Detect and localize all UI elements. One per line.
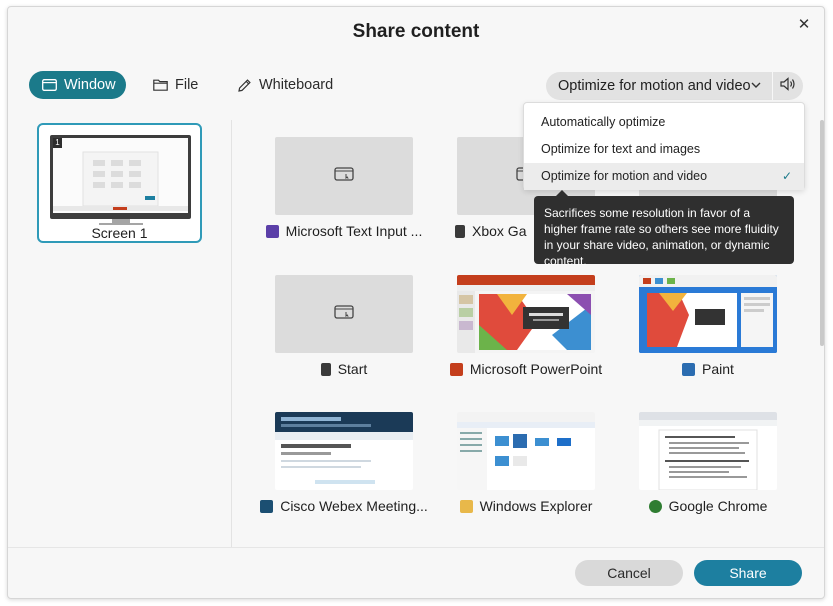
- share-button[interactable]: Share: [694, 560, 802, 586]
- optimize-select[interactable]: Optimize for motion and video: [546, 72, 772, 100]
- chevron-down-icon: [750, 78, 762, 96]
- app-window-icon: [334, 166, 354, 187]
- window-title: Google Chrome: [668, 498, 768, 514]
- menu-item-text-images[interactable]: Optimize for text and images: [524, 136, 804, 163]
- paint-app-icon: [682, 362, 696, 376]
- text-input-app-icon: [265, 224, 279, 238]
- window-thumbnail: [457, 412, 595, 490]
- window-thumbnail: [639, 412, 777, 490]
- footer-divider: [8, 547, 824, 548]
- explorer-app-icon: [459, 499, 473, 513]
- window-label: Microsoft Text Input ...: [259, 223, 429, 239]
- tab-whiteboard[interactable]: Whiteboard: [237, 71, 333, 99]
- window-label: Windows Explorer: [441, 498, 611, 514]
- tab-file[interactable]: File: [153, 71, 198, 99]
- screen-tile-1[interactable]: 1 Screen 1: [37, 123, 202, 243]
- share-content-dialog: Share content ✕ Window File Whiteboard O…: [7, 6, 825, 599]
- menu-item-label: Optimize for motion and video: [541, 169, 708, 183]
- window-tile-webex[interactable]: Cisco Webex Meeting...: [259, 412, 429, 542]
- window-label: Start: [259, 361, 429, 377]
- window-title: Windows Explorer: [479, 498, 593, 514]
- window-icon: [42, 79, 57, 91]
- window-label: Paint: [623, 361, 793, 377]
- window-thumbnail: [275, 412, 413, 490]
- cancel-button[interactable]: Cancel: [575, 560, 683, 586]
- audio-button[interactable]: [773, 72, 803, 100]
- checkmark-icon: ✓: [781, 169, 792, 183]
- tab-window[interactable]: Window: [29, 71, 126, 99]
- window-title: Microsoft PowerPoint: [469, 361, 603, 377]
- scrollbar[interactable]: [820, 120, 824, 346]
- window-label: Google Chrome: [623, 498, 793, 514]
- window-tile-text-input[interactable]: Microsoft Text Input ...: [259, 137, 429, 267]
- screen-thumbnail: 1: [50, 135, 191, 219]
- window-title: Cisco Webex Meeting...: [280, 498, 428, 514]
- optimize-selected-value: Optimize for motion and video: [558, 78, 751, 94]
- window-tile-paint[interactable]: Paint: [623, 275, 793, 405]
- window-title: Start: [337, 361, 368, 377]
- window-thumbnail: [275, 137, 413, 215]
- pencil-icon: [237, 78, 252, 93]
- window-tile-explorer[interactable]: Windows Explorer: [441, 412, 611, 542]
- window-thumbnail: [275, 275, 413, 353]
- screen-label: Screen 1: [91, 225, 148, 241]
- tab-file-label: File: [175, 77, 199, 93]
- window-thumbnail: [457, 275, 595, 353]
- menu-item-auto-optimize[interactable]: Automatically optimize: [524, 109, 804, 136]
- start-app-icon: [320, 362, 331, 376]
- optimize-menu: Automatically optimize Optimize for text…: [523, 102, 805, 190]
- xbox-app-icon: [455, 224, 465, 238]
- pane-divider: [231, 120, 232, 548]
- window-title: Xbox Ga: [472, 223, 527, 239]
- folder-icon: [153, 79, 168, 91]
- window-thumbnail: [639, 275, 777, 353]
- tab-window-label: Window: [64, 77, 116, 93]
- window-tile-start[interactable]: Start: [259, 275, 429, 405]
- speaker-icon: [780, 76, 796, 96]
- close-icon[interactable]: ✕: [794, 15, 814, 35]
- app-window-icon: [334, 304, 354, 325]
- dialog-title: Share content: [352, 21, 480, 42]
- window-title: Paint: [702, 361, 734, 377]
- window-title: Microsoft Text Input ...: [285, 223, 423, 239]
- window-label: Microsoft PowerPoint: [441, 361, 611, 377]
- powerpoint-app-icon: [449, 362, 463, 376]
- window-label: Cisco Webex Meeting...: [259, 498, 429, 514]
- menu-item-motion-video[interactable]: Optimize for motion and video ✓: [524, 163, 804, 190]
- window-tile-powerpoint[interactable]: Microsoft PowerPoint: [441, 275, 611, 405]
- chrome-app-icon: [648, 499, 662, 513]
- screen-number-badge: 1: [53, 138, 62, 148]
- window-tile-chrome[interactable]: Google Chrome: [623, 412, 793, 542]
- tab-whiteboard-label: Whiteboard: [259, 77, 334, 93]
- optimize-tooltip: Sacrifices some resolution in favor of a…: [534, 190, 794, 268]
- webex-app-icon: [260, 499, 274, 513]
